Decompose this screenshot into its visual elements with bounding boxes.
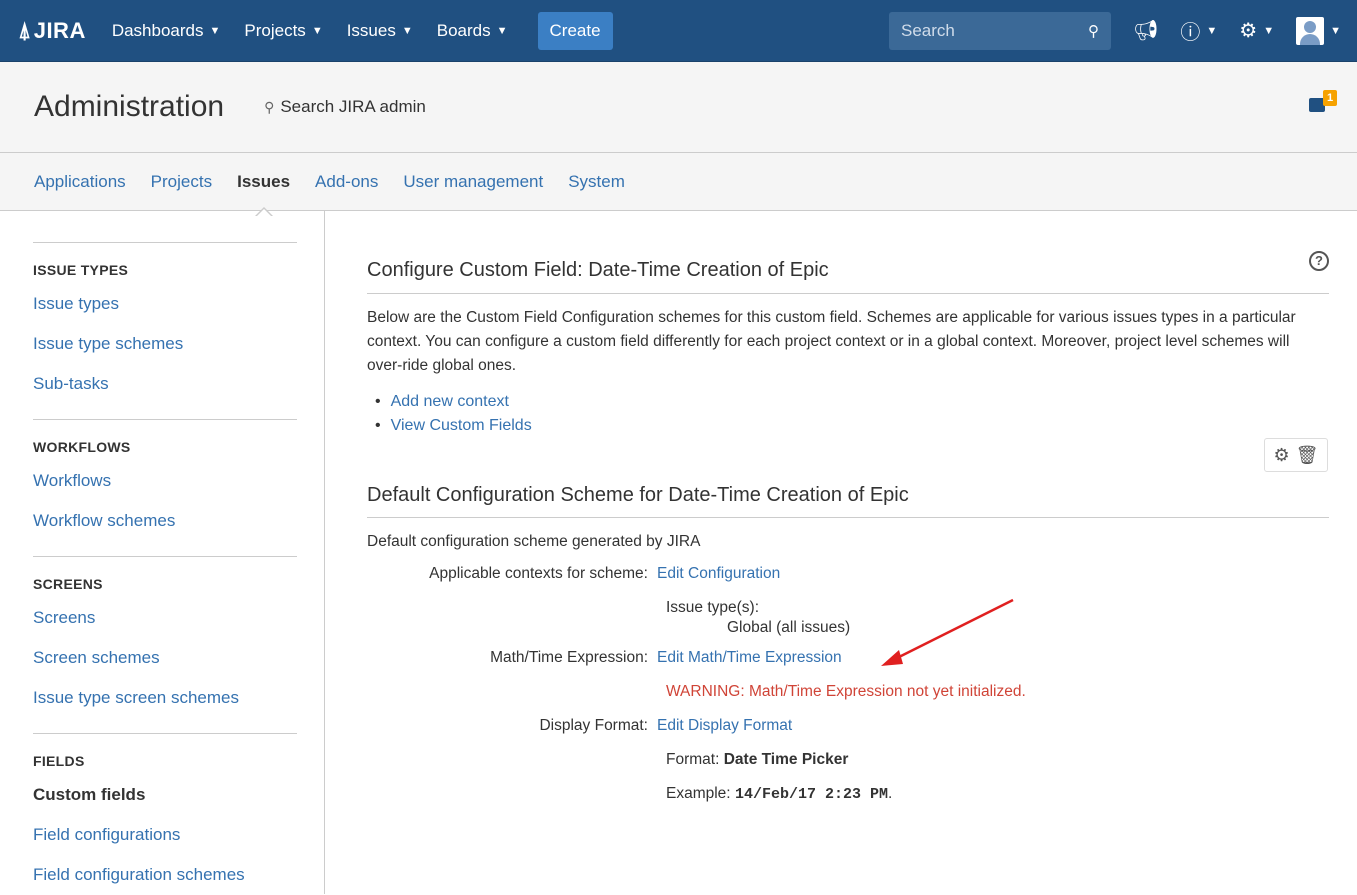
list-item: View Custom Fields xyxy=(375,414,1329,438)
page-title-row: Configure Custom Field: Date-Time Creati… xyxy=(367,251,1329,294)
sidebar-group-fields: FIELDS Custom fields Field configuration… xyxy=(33,733,297,895)
chevron-down-icon: ▼ xyxy=(1206,24,1218,37)
tab-system[interactable]: System xyxy=(568,172,625,192)
avatar xyxy=(1296,16,1325,45)
sidebar-heading: ISSUE TYPES xyxy=(33,262,129,278)
admin-header: Administration ⚲ Search JIRA admin 1 xyxy=(0,62,1357,153)
format-line: Format: Date Time Picker xyxy=(657,751,1329,769)
tab-issues[interactable]: Issues xyxy=(237,172,290,217)
tab-add-ons[interactable]: Add-ons xyxy=(315,172,378,192)
sidebar-heading: WORKFLOWS xyxy=(33,439,131,455)
sidebar: ISSUE TYPES Issue types Issue type schem… xyxy=(0,211,325,894)
admin-search[interactable]: ⚲ Search JIRA admin xyxy=(264,97,426,117)
scheme-actions: ⚙ 🗑︎ xyxy=(1264,438,1328,472)
help-icon: ⓘ xyxy=(1180,22,1201,44)
search-placeholder: Search xyxy=(901,20,955,40)
contexts-label: Applicable contexts for scheme: xyxy=(429,565,648,582)
feedback-megaphone-icon[interactable]: 📢︎ xyxy=(1133,18,1158,43)
format-value: Date Time Picker xyxy=(723,751,849,768)
chevron-down-icon: ▼ xyxy=(401,24,413,37)
view-custom-fields-link[interactable]: View Custom Fields xyxy=(391,417,532,434)
example-suffix: . xyxy=(887,785,893,802)
top-nav: ⍋ JIRA Dashboards ▼ Projects ▼ Issues ▼ Boa… xyxy=(0,0,1357,62)
contexts-row: Applicable contexts for scheme: Edit Con… xyxy=(367,565,1329,583)
chevron-down-icon: ▼ xyxy=(1263,24,1275,37)
jira-logo-icon: ⍋ xyxy=(18,17,32,43)
sidebar-item-custom-fields[interactable]: Custom fields xyxy=(33,782,297,822)
tab-projects[interactable]: Projects xyxy=(151,172,212,192)
annotation-arrow-icon xyxy=(881,598,1014,666)
tab-applications[interactable]: Applications xyxy=(34,172,126,192)
math-warning: WARNING: Math/Time Expression not yet in… xyxy=(666,683,1026,700)
admin-settings-menu[interactable]: ⚙ ▼ xyxy=(1239,18,1274,43)
jira-logo-text: JIRA xyxy=(33,17,86,43)
display-label: Display Format: xyxy=(539,717,648,734)
chevron-down-icon: ▼ xyxy=(1330,24,1341,37)
nav-issues-label: Issues xyxy=(346,20,396,40)
edit-math-expression-link[interactable]: Edit Math/Time Expression xyxy=(657,649,842,666)
nav-projects-label: Projects xyxy=(244,20,306,40)
admin-tabs: Applications Projects Issues Add-ons Use… xyxy=(0,153,1357,217)
nav-projects[interactable]: Projects ▼ xyxy=(244,21,322,41)
sidebar-item-screen-schemes[interactable]: Screen schemes xyxy=(33,645,297,685)
add-new-context-link[interactable]: Add new context xyxy=(391,393,509,410)
sidebar-item-workflows[interactable]: Workflows xyxy=(33,468,297,508)
sidebar-heading: FIELDS xyxy=(33,753,85,769)
nav-dashboards[interactable]: Dashboards ▼ xyxy=(112,21,221,41)
sidebar-item-field-configurations[interactable]: Field configurations xyxy=(33,822,297,862)
sidebar-heading: SCREENS xyxy=(33,576,103,592)
gear-icon: ⚙ xyxy=(1239,20,1258,42)
scheme-title: Default Configuration Scheme for Date-Ti… xyxy=(367,484,1329,518)
tab-user-management[interactable]: User management xyxy=(403,172,543,192)
sidebar-item-issue-type-screen-schemes[interactable]: Issue type screen schemes xyxy=(33,685,297,725)
list-item: Add new context xyxy=(375,390,1329,414)
search-icon: ⚲ xyxy=(1088,22,1099,40)
trash-icon[interactable]: 🗑︎ xyxy=(1296,445,1319,466)
edit-configuration-link[interactable]: Edit Configuration xyxy=(657,565,780,582)
sidebar-item-screens[interactable]: Screens xyxy=(33,605,297,645)
sidebar-group-issue-types: ISSUE TYPES Issue types Issue type schem… xyxy=(33,242,297,419)
sidebar-item-field-configuration-schemes[interactable]: Field configuration schemes xyxy=(33,862,297,895)
math-row: Math/Time Expression: Edit Math/Time Exp… xyxy=(367,649,1329,667)
nav-boards[interactable]: Boards ▼ xyxy=(437,21,508,41)
sidebar-item-sub-tasks[interactable]: Sub-tasks xyxy=(33,371,297,411)
math-label: Math/Time Expression: xyxy=(490,649,648,666)
nav-boards-label: Boards xyxy=(436,20,491,40)
chevron-down-icon: ▼ xyxy=(311,24,323,37)
page-description: Below are the Custom Field Configuration… xyxy=(367,309,1296,374)
display-row: Display Format: Edit Display Format xyxy=(367,717,1329,735)
nav-issues[interactable]: Issues ▼ xyxy=(347,21,413,41)
format-label: Format: xyxy=(666,751,720,768)
sidebar-group-screens: SCREENS Screens Screen schemes Issue typ… xyxy=(33,556,297,733)
user-profile-menu[interactable]: ▼ xyxy=(1296,16,1341,45)
example-value: 14/Feb/17 2:23 PM xyxy=(734,786,888,803)
jira-logo[interactable]: ⍋ JIRA xyxy=(18,18,86,44)
help-icon[interactable]: ? xyxy=(1309,251,1329,271)
action-links: Add new context View Custom Fields xyxy=(375,390,1329,438)
sidebar-item-issue-types[interactable]: Issue types xyxy=(33,291,297,331)
notification-badge: 1 xyxy=(1323,90,1337,106)
admin-search-label: Search JIRA admin xyxy=(280,97,426,116)
nav-dashboards-label: Dashboards xyxy=(111,20,204,40)
chevron-down-icon: ▼ xyxy=(496,24,508,37)
search-input[interactable]: Search ⚲ xyxy=(889,11,1111,50)
example-label: Example: xyxy=(666,785,731,802)
edit-display-format-link[interactable]: Edit Display Format xyxy=(657,717,792,734)
sidebar-item-issue-type-schemes[interactable]: Issue type schemes xyxy=(33,331,297,371)
search-icon: ⚲ xyxy=(264,98,275,115)
help-menu[interactable]: ⓘ ▼ xyxy=(1180,16,1217,45)
example-line: Example: 14/Feb/17 2:23 PM. xyxy=(657,785,1329,803)
chevron-down-icon: ▼ xyxy=(209,24,221,37)
page-heading: Administration xyxy=(34,90,225,123)
main-content: Configure Custom Field: Date-Time Creati… xyxy=(325,211,1357,894)
create-button[interactable]: Create xyxy=(537,11,613,50)
sidebar-group-workflows: WORKFLOWS Workflows Workflow schemes xyxy=(33,419,297,556)
scheme-description: Default configuration scheme generated b… xyxy=(367,533,701,550)
sidebar-item-workflow-schemes[interactable]: Workflow schemes xyxy=(33,508,297,548)
page-title: Configure Custom Field: Date-Time Creati… xyxy=(367,259,829,281)
gear-icon[interactable]: ⚙ xyxy=(1274,445,1290,466)
notifications-icon[interactable]: 1 xyxy=(1309,90,1337,114)
